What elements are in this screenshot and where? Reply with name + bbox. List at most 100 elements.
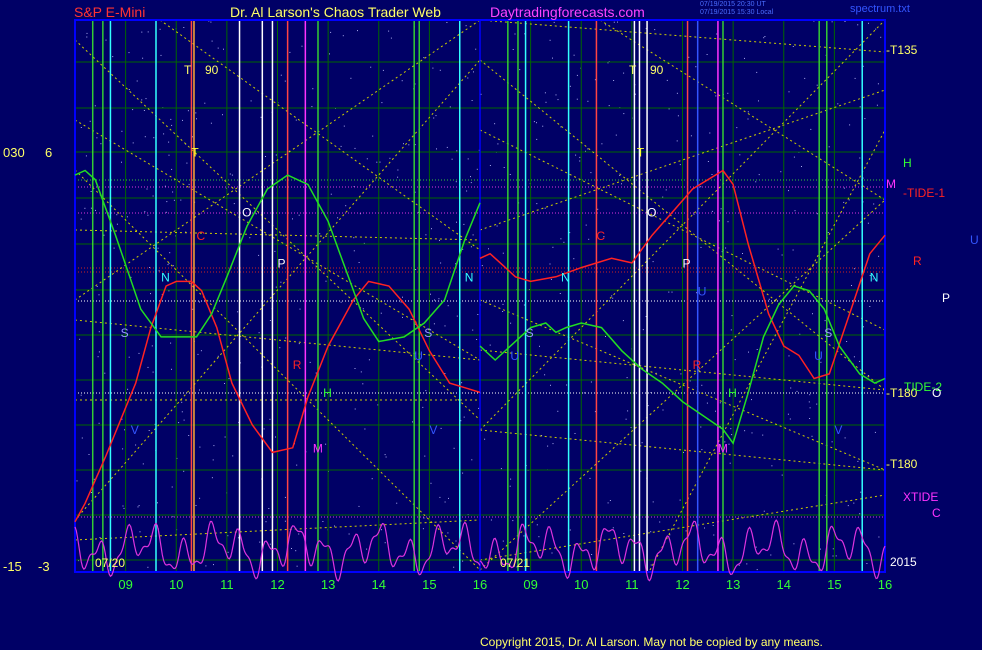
event-letter-mark: V (131, 423, 139, 437)
star-dot (597, 208, 599, 210)
star-dot (700, 246, 702, 248)
star-dot (319, 233, 321, 235)
star-dot (438, 298, 440, 300)
star-dot (180, 199, 182, 201)
star-dot (545, 101, 547, 103)
star-dot (713, 534, 715, 536)
star-dot (98, 294, 100, 296)
star-dot (188, 435, 190, 436)
star-dot (260, 116, 262, 118)
star-dot (609, 500, 611, 501)
star-dot (846, 341, 848, 342)
star-dot (301, 45, 303, 47)
star-dot (350, 77, 352, 79)
star-dot (878, 255, 880, 257)
star-dot (171, 368, 172, 370)
star-dot (298, 343, 300, 345)
star-dot (152, 195, 154, 197)
star-dot (354, 368, 356, 369)
x-tick-label: 16 (878, 577, 892, 592)
star-dot (337, 217, 339, 219)
star-dot (279, 347, 281, 349)
star-dot (76, 480, 78, 482)
star-dot (439, 496, 441, 498)
star-dot (196, 118, 197, 120)
star-dot (85, 155, 87, 157)
star-dot (590, 381, 592, 383)
star-dot (539, 345, 540, 347)
star-dot (340, 145, 342, 147)
star-dot (123, 507, 125, 509)
star-dot (93, 478, 95, 480)
star-dot (250, 100, 252, 102)
star-dot (470, 246, 472, 248)
star-dot (477, 314, 479, 315)
star-dot (605, 336, 606, 337)
star-dot (183, 27, 185, 28)
star-dot (227, 551, 229, 553)
star-dot (171, 168, 173, 170)
star-dot (809, 407, 811, 409)
star-dot (878, 536, 880, 538)
star-dot (859, 157, 861, 159)
star-dot (727, 92, 729, 94)
site-url[interactable]: Daytradingforecasts.com (490, 4, 645, 20)
star-dot (827, 232, 829, 233)
star-dot (183, 419, 185, 421)
star-dot (159, 28, 161, 30)
star-dot (730, 428, 732, 430)
site-title: Dr. Al Larson's Chaos Trader Web (230, 4, 441, 20)
star-dot (274, 250, 276, 252)
left-axis-bottom-right: -3 (38, 559, 50, 574)
star-dot (519, 69, 521, 71)
star-dot (430, 482, 432, 484)
star-dot (494, 123, 496, 125)
x-tick-label: 15 (422, 577, 436, 592)
star-dot (744, 57, 745, 59)
star-dot (751, 432, 753, 434)
star-dot (728, 443, 730, 445)
star-dot (228, 378, 230, 380)
star-dot (345, 205, 347, 207)
star-dot (685, 530, 687, 532)
star-dot (436, 148, 437, 150)
right-label-h: H (903, 156, 912, 170)
star-dot (431, 228, 432, 230)
star-dot (381, 529, 382, 531)
star-dot (731, 434, 733, 436)
star-dot (296, 464, 298, 466)
star-dot (470, 182, 472, 184)
star-dot (403, 143, 404, 145)
star-dot (688, 56, 690, 58)
star-dot (712, 525, 714, 526)
star-dot (195, 112, 197, 114)
star-dot (853, 356, 855, 358)
star-dot (689, 380, 691, 382)
star-dot (625, 418, 627, 420)
star-dot (168, 141, 170, 143)
star-dot (153, 137, 155, 139)
star-dot (763, 510, 765, 512)
event-letter-mark: U (698, 284, 707, 298)
right-label-c: C (932, 506, 941, 520)
star-dot (382, 69, 384, 71)
star-dot (650, 531, 652, 533)
star-dot (552, 443, 554, 445)
star-dot (199, 389, 200, 391)
star-dot (475, 48, 477, 50)
star-dot (233, 203, 235, 205)
star-dot (497, 143, 499, 145)
time-line-diagonal (599, 19, 886, 201)
star-dot (590, 172, 592, 174)
star-dot (563, 241, 565, 243)
star-dot (795, 276, 797, 278)
star-dot (144, 136, 146, 138)
star-dot (358, 505, 360, 507)
star-dot (381, 102, 383, 104)
star-dot (601, 143, 603, 145)
star-dot (275, 436, 276, 438)
star-dot (770, 554, 772, 556)
star-dot (127, 388, 129, 390)
star-dot (170, 342, 172, 344)
star-dot (99, 537, 101, 538)
